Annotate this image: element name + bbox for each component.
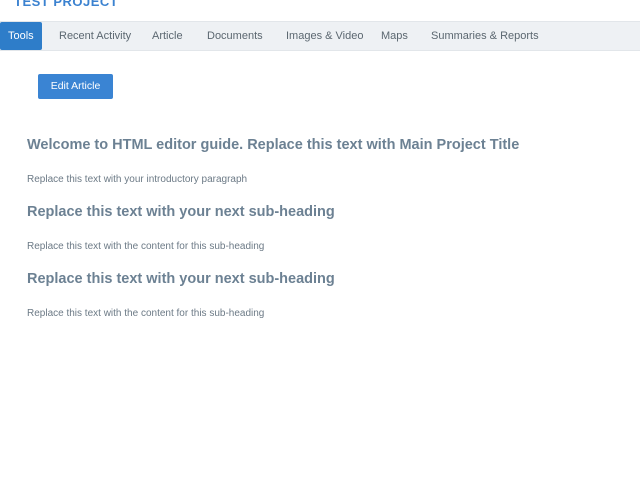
project-title: TEST PROJECT — [14, 0, 119, 9]
tab-documents[interactable]: Documents — [207, 22, 263, 50]
tab-recent-activity[interactable]: Recent Activity — [59, 22, 131, 50]
tab-bar: Tools Recent Activity Article Documents … — [0, 21, 640, 51]
tab-article[interactable]: Article — [152, 22, 183, 50]
edit-article-button[interactable]: Edit Article — [38, 74, 113, 99]
tab-maps[interactable]: Maps — [381, 22, 408, 50]
article-title: Welcome to HTML editor guide. Replace th… — [27, 137, 520, 153]
sub-heading-2: Replace this text with your next sub-hea… — [27, 271, 335, 287]
tab-summaries-reports[interactable]: Summaries & Reports — [431, 22, 539, 50]
intro-paragraph: Replace this text with your introductory… — [27, 174, 248, 185]
tab-images-video[interactable]: Images & Video — [286, 22, 363, 50]
tab-tools[interactable]: Tools — [0, 22, 42, 50]
sub-heading-1: Replace this text with your next sub-hea… — [27, 204, 335, 220]
sub-content-2: Replace this text with the content for t… — [27, 308, 265, 319]
sub-content-1: Replace this text with the content for t… — [27, 241, 265, 252]
